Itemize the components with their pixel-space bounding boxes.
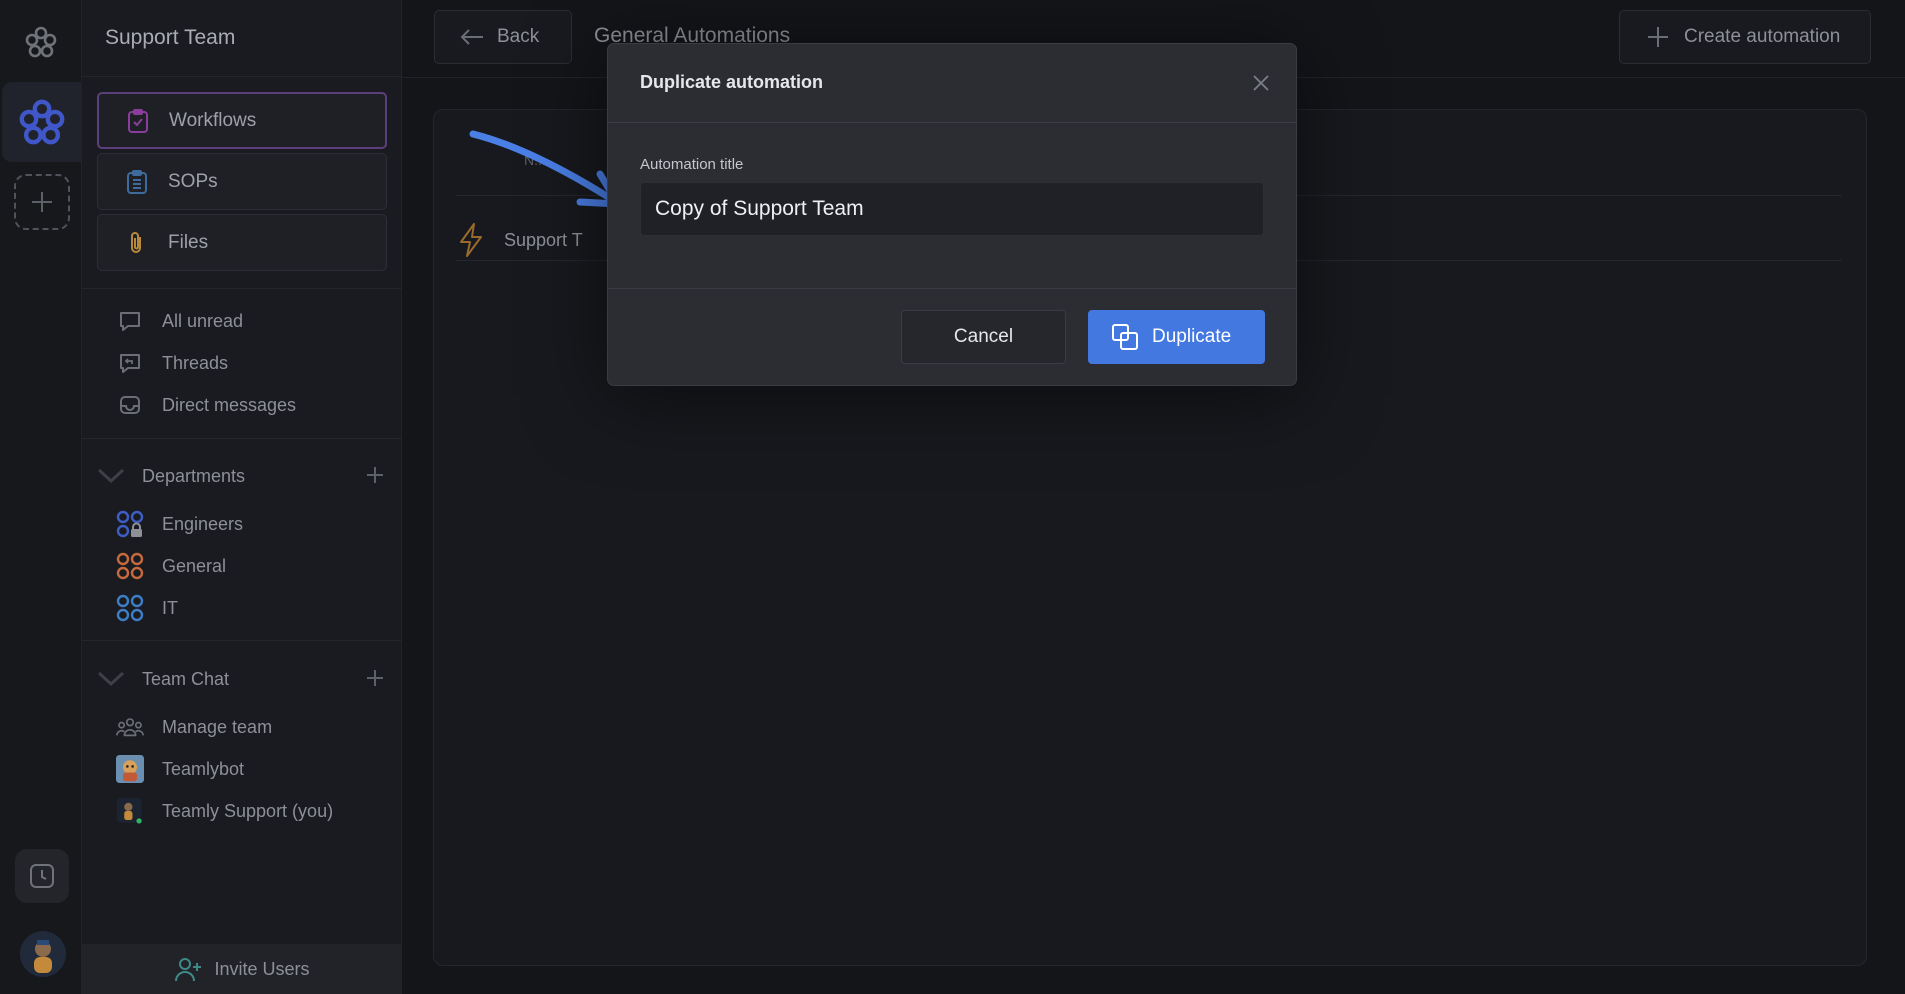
channel-it[interactable]: IT	[116, 593, 178, 623]
chat-teamly-support[interactable]: Teamly Support (you)	[116, 796, 333, 826]
sidebar: Support Team Workflows SOPs Files All un…	[82, 0, 402, 994]
divider	[608, 122, 1296, 123]
automation-title-label: Automation title	[640, 156, 744, 173]
channel-label: IT	[162, 597, 178, 618]
plus-icon	[32, 192, 52, 212]
invite-users-button[interactable]: Invite Users	[82, 944, 402, 994]
link-direct-messages[interactable]: Direct messages	[116, 390, 296, 420]
section-title: Departments	[142, 465, 246, 486]
create-automation-button[interactable]: Create automation	[1619, 10, 1871, 64]
history-button[interactable]	[15, 849, 69, 903]
nav-card-label: SOPs	[168, 170, 218, 192]
duplicate-automation-dialog: Duplicate automation Automation title Ca…	[607, 43, 1297, 386]
add-workspace-button[interactable]	[14, 174, 70, 230]
add-chat-icon[interactable]	[364, 667, 386, 689]
plus-icon	[1648, 27, 1668, 47]
automation-title-input[interactable]	[640, 182, 1264, 236]
bot-avatar	[116, 755, 144, 783]
app-logo-icon[interactable]	[23, 24, 59, 60]
inbox-icon	[116, 391, 144, 419]
manage-team[interactable]: Manage team	[116, 712, 272, 742]
nav-card-label: Workflows	[169, 109, 257, 131]
link-all-unread[interactable]: All unread	[116, 306, 243, 336]
divider	[82, 640, 402, 641]
channel-general[interactable]: General	[116, 551, 226, 581]
back-label: Back	[497, 26, 540, 47]
link-label: Teamly Support (you)	[162, 800, 334, 821]
link-label: All unread	[162, 310, 244, 331]
team-name[interactable]: Support Team	[105, 26, 235, 50]
copy-icon	[1112, 324, 1138, 350]
divider	[82, 438, 402, 439]
chevron-down-icon	[97, 671, 125, 687]
divider	[82, 76, 402, 77]
cancel-button[interactable]: Cancel	[901, 310, 1066, 364]
link-label: Teamlybot	[162, 758, 245, 779]
close-icon[interactable]	[1250, 72, 1272, 94]
channel-label: Engineers	[162, 513, 244, 534]
link-threads[interactable]: Threads	[116, 348, 228, 378]
duplicate-label: Duplicate	[1152, 326, 1232, 347]
link-label: Direct messages	[162, 394, 297, 415]
chevron-down-icon	[97, 468, 125, 484]
divider	[608, 288, 1296, 289]
app-rail	[0, 0, 82, 994]
section-title: Team Chat	[142, 668, 230, 689]
add-department-icon[interactable]	[364, 464, 386, 486]
user-avatar[interactable]	[20, 931, 66, 977]
user-avatar	[116, 797, 144, 825]
channel-lock-icon	[116, 510, 144, 538]
lightning-icon	[460, 223, 482, 257]
back-button[interactable]: Back	[434, 10, 572, 64]
reply-icon	[116, 349, 144, 377]
invite-label: Invite Users	[214, 958, 310, 979]
row-name: Support T	[504, 229, 583, 250]
workspace-support-team[interactable]	[2, 82, 82, 162]
dialog-title: Duplicate automation	[640, 72, 824, 92]
annotation-arrow-icon	[469, 130, 622, 208]
clipboard-list-icon	[122, 167, 152, 197]
clock-icon	[30, 864, 54, 888]
divider	[82, 288, 402, 289]
link-label: Manage team	[162, 716, 273, 737]
section-departments[interactable]: Departments	[96, 461, 386, 491]
paperclip-icon	[122, 228, 152, 258]
nav-sops[interactable]: SOPs	[97, 153, 387, 210]
nav-files[interactable]: Files	[97, 214, 387, 271]
workspace-logo-icon	[19, 99, 65, 145]
link-label: Threads	[162, 352, 229, 373]
create-label: Create automation	[1684, 26, 1841, 47]
nav-workflows[interactable]: Workflows	[97, 92, 387, 149]
chat-teamlybot[interactable]: Teamlybot	[116, 754, 244, 784]
channel-icon	[116, 594, 144, 622]
duplicate-button[interactable]: Duplicate	[1088, 310, 1265, 364]
clipboard-check-icon	[123, 106, 153, 136]
add-user-icon	[175, 958, 202, 982]
chat-bubble-icon	[116, 307, 144, 335]
channel-engineers[interactable]: Engineers	[116, 509, 243, 539]
nav-card-label: Files	[168, 231, 209, 253]
channel-label: General	[162, 555, 227, 576]
section-team-chat[interactable]: Team Chat	[96, 664, 386, 694]
arrow-left-icon	[460, 29, 483, 45]
channel-icon	[116, 552, 144, 580]
people-icon	[116, 713, 144, 741]
